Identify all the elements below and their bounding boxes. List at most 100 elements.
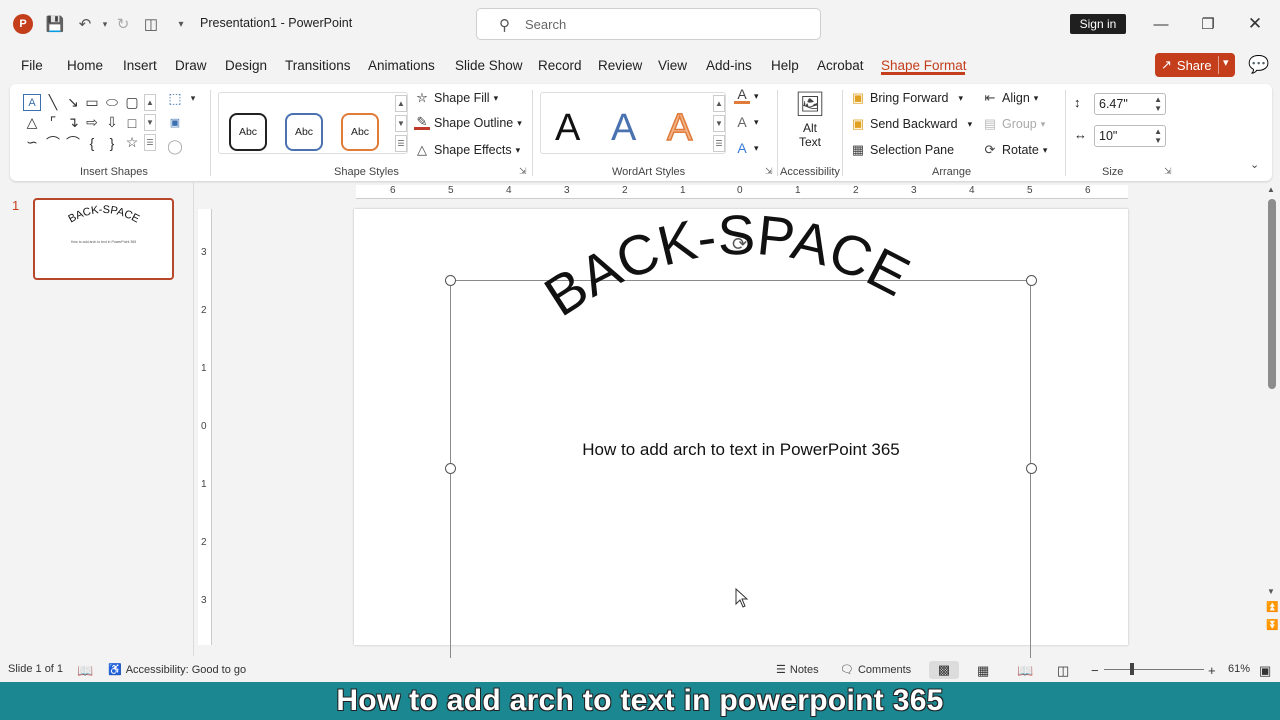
zoom-slider-track[interactable] [1104, 669, 1204, 670]
shape-height-input[interactable]: 6.47" ▲ ▼ [1094, 93, 1166, 115]
comments-icon[interactable]: 💬 [1248, 55, 1269, 75]
edit-shape-icon[interactable]: ⬚ [166, 90, 184, 107]
arc-shape-icon[interactable]: ⌒ [64, 134, 82, 151]
styles-more-icon[interactable]: ☰ [395, 135, 407, 152]
close-icon[interactable]: ✕ [1240, 10, 1270, 38]
scroll-down-icon[interactable]: ▼ [1267, 587, 1275, 596]
fit-to-window-icon[interactable]: ▣ [1259, 663, 1271, 679]
tab-insert[interactable]: Insert [123, 58, 157, 73]
selection-pane-button[interactable]: ▦ Selection Pane [850, 142, 954, 158]
tab-transitions[interactable]: Transitions [285, 58, 351, 73]
scroll-up-icon[interactable]: ▲ [1267, 185, 1275, 194]
gallery-more-icon[interactable]: ☰ [144, 134, 156, 151]
spelling-icon[interactable]: 📖 [77, 663, 93, 679]
sign-in-button[interactable]: Sign in [1070, 14, 1126, 34]
shape-style-orange[interactable]: Abc [341, 113, 379, 151]
tab-animations[interactable]: Animations [368, 58, 435, 73]
shape-outline-button[interactable]: ✎ Shape Outline ▾ [414, 115, 522, 130]
spin-down-icon[interactable]: ▼ [1154, 104, 1162, 113]
spin-up-icon[interactable]: ▲ [1154, 95, 1162, 104]
scrollbar-thumb[interactable] [1268, 199, 1276, 389]
curve-shape-icon[interactable]: ⌒ [44, 134, 62, 151]
notes-button[interactable]: ☰ Notes [776, 663, 819, 677]
tab-acrobat[interactable]: Acrobat [817, 58, 864, 73]
slideshow-view-icon[interactable]: ◫ [1057, 663, 1069, 679]
tab-add-ins[interactable]: Add-ins [706, 58, 752, 73]
shape-width-input[interactable]: 10" ▲ ▼ [1094, 125, 1166, 147]
freeform-shape-icon[interactable]: ∽ [23, 134, 41, 151]
elbow-connector-shape-icon[interactable]: ⌜ [44, 114, 62, 131]
normal-view-icon[interactable]: ▩ [929, 661, 959, 679]
shape-styles-launcher-icon[interactable]: ⇲ [519, 166, 527, 177]
align-button[interactable]: ⇤ Align ▾ [982, 90, 1039, 106]
tab-home[interactable]: Home [67, 58, 103, 73]
text-outline-button[interactable]: A ▾ [734, 114, 758, 130]
tab-draw[interactable]: Draw [175, 58, 207, 73]
gallery-down-icon[interactable]: ▼ [144, 114, 156, 131]
zoom-level[interactable]: 61% [1228, 663, 1250, 675]
present-from-beginning-icon[interactable]: ◫ [140, 13, 162, 35]
shape-fill-button[interactable]: ⛦ Shape Fill ▾ [414, 90, 498, 106]
bring-forward-button[interactable]: ▣ Bring Forward ▾ [850, 90, 963, 106]
collapse-ribbon-icon[interactable]: ⌄ [1250, 158, 1259, 171]
customize-toolbar-icon[interactable]: ▾ [170, 13, 192, 35]
edit-shape-dropdown-icon[interactable]: ▾ [184, 90, 202, 107]
wordart-up-icon[interactable]: ▲ [713, 95, 725, 112]
accessibility-status[interactable]: ♿ Accessibility: Good to go [108, 663, 246, 677]
wordart-launcher-icon[interactable]: ⇲ [765, 166, 773, 177]
triangle-shape-icon[interactable]: △ [23, 114, 41, 131]
tab-slide-show[interactable]: Slide Show [455, 58, 523, 73]
tab-design[interactable]: Design [225, 58, 267, 73]
zoom-slider-thumb[interactable] [1130, 663, 1134, 675]
draw-text-box-icon[interactable]: ▣ [166, 114, 184, 131]
line-shape-icon[interactable]: ╲ [44, 94, 62, 111]
comments-button[interactable]: 🗨 Comments [840, 663, 911, 677]
search-box[interactable]: ⚲ Search [476, 8, 821, 40]
snip-rect-shape-icon[interactable]: □ [123, 114, 141, 131]
save-icon[interactable]: 💾 [44, 13, 66, 35]
chevron-down-icon[interactable]: ▾ [1223, 56, 1229, 69]
wordart-style-orange[interactable]: A [666, 106, 693, 150]
text-fill-button[interactable]: A ▾ [734, 87, 759, 104]
next-slide-icon[interactable]: ⏬ [1266, 620, 1278, 631]
gallery-up-icon[interactable]: ▲ [144, 94, 156, 111]
tab-file[interactable]: File [21, 58, 43, 73]
restore-icon[interactable]: ❐ [1193, 10, 1223, 38]
slide-canvas[interactable]: BACK-SPACE ⟳ How to add arch to text in … [354, 209, 1128, 680]
wordart-style-black[interactable]: A [555, 107, 580, 150]
slide-sorter-icon[interactable]: ▦ [977, 663, 989, 679]
oval-shape-icon[interactable]: ⬭ [103, 94, 121, 111]
spin-up-icon[interactable]: ▲ [1154, 127, 1162, 136]
down-arrow-shape-icon[interactable]: ⇩ [103, 114, 121, 131]
left-brace-shape-icon[interactable]: { [83, 134, 101, 151]
shapes-gallery[interactable]: A ╲ ↘ ▭ ⬭ ▢ △ ⌜ ↴ ⇨ ⇩ □ ∽ ⌒ ⌒ { } ☆ ▲ ▼ … [20, 92, 156, 152]
undo-icon[interactable]: ↶ [74, 13, 96, 35]
rotate-button[interactable]: ⟳ Rotate ▾ [982, 142, 1048, 158]
right-arrow-shape-icon[interactable]: ⇨ [83, 114, 101, 131]
slide-thumbnail[interactable]: BACK-SPACE How to add arch to text in Po… [33, 198, 174, 280]
redo-icon[interactable]: ↻ [112, 13, 134, 35]
arched-title-text[interactable]: BACK-SPACE [533, 209, 919, 328]
styles-down-icon[interactable]: ▼ [395, 115, 407, 132]
tab-help[interactable]: Help [771, 58, 799, 73]
previous-slide-icon[interactable]: ⏫ [1266, 602, 1278, 613]
tab-shape-format[interactable]: Shape Format [881, 58, 967, 73]
text-effects-button[interactable]: A ▾ [734, 140, 758, 156]
minimize-icon[interactable]: — [1146, 10, 1176, 38]
wordart-more-icon[interactable]: ☰ [713, 135, 725, 152]
shape-style-blue[interactable]: Abc [285, 113, 323, 151]
wordart-style-blue[interactable]: A [611, 107, 636, 150]
tab-review[interactable]: Review [598, 58, 642, 73]
rectangle-shape-icon[interactable]: ▭ [83, 94, 101, 111]
rounded-rect-shape-icon[interactable]: ▢ [123, 94, 141, 111]
vertical-scrollbar[interactable]: ▲ ▼ ⏫ ⏬ [1265, 185, 1279, 655]
shape-effects-button[interactable]: △ Shape Effects ▾ [414, 142, 520, 158]
shape-style-black[interactable]: Abc [229, 113, 267, 151]
text-box-shape-icon[interactable]: A [23, 94, 41, 111]
styles-up-icon[interactable]: ▲ [395, 95, 407, 112]
spin-down-icon[interactable]: ▼ [1154, 136, 1162, 145]
zoom-out-icon[interactable]: − [1091, 663, 1099, 678]
wordart-down-icon[interactable]: ▼ [713, 115, 725, 132]
size-launcher-icon[interactable]: ⇲ [1164, 166, 1172, 177]
star-shape-icon[interactable]: ☆ [123, 134, 141, 151]
